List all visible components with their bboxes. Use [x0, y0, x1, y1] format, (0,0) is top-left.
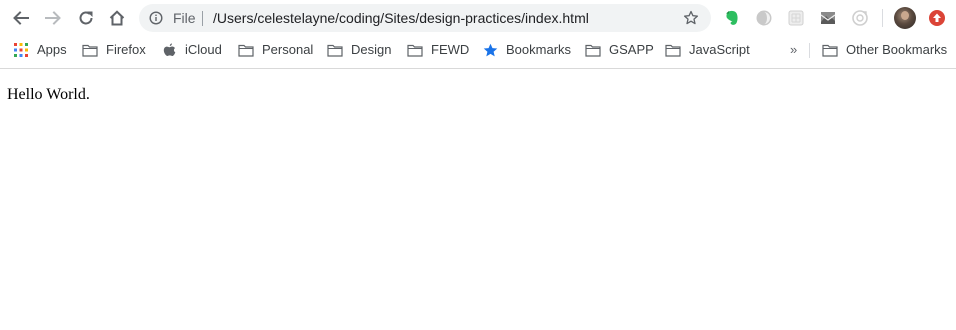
bookmarks-overflow-button[interactable]: » [790, 42, 797, 58]
toolbar-divider [882, 9, 883, 27]
arrow-right-icon [45, 11, 61, 25]
extension-icon [852, 10, 868, 26]
bookmark-fewd[interactable]: FEWD [407, 36, 469, 64]
bookmark-label: Personal [262, 42, 314, 57]
bookmark-design[interactable]: Design [327, 36, 391, 64]
bookmark-firefox[interactable]: Firefox [82, 36, 146, 64]
extension-icon [788, 10, 804, 26]
extension-icon [756, 10, 772, 26]
extension-button-4[interactable] [850, 8, 870, 28]
page-text: Hello World. [7, 86, 90, 103]
extension-button-3[interactable] [818, 8, 838, 28]
arrow-left-icon [13, 11, 29, 25]
bookmark-icloud[interactable]: iCloud [161, 36, 222, 64]
home-icon [109, 10, 125, 26]
reload-icon [79, 11, 93, 25]
bookmark-apps[interactable]: Apps [13, 36, 67, 64]
bookmark-star-icon[interactable] [683, 10, 699, 26]
extension-button-2[interactable] [786, 8, 806, 28]
bookmark-javascript[interactable]: JavaScript [665, 36, 750, 64]
folder-icon [407, 42, 423, 58]
browser-toolbar: File /Users/celestelayne/coding/Sites/de… [0, 0, 956, 36]
forward-button[interactable] [41, 6, 65, 30]
bookmark-label: Apps [37, 42, 67, 57]
bookmark-gsapp[interactable]: GSAPP [585, 36, 654, 64]
back-button[interactable] [9, 6, 33, 30]
evernote-icon [726, 10, 738, 25]
address-bar[interactable]: File /Users/celestelayne/coding/Sites/de… [139, 4, 711, 32]
bookmark-label: iCloud [185, 42, 222, 57]
info-icon[interactable] [149, 11, 163, 25]
extension-icon [820, 12, 836, 24]
apps-grid-icon [13, 42, 29, 58]
folder-icon [82, 42, 98, 58]
apple-icon [161, 42, 177, 58]
omnibox-separator [202, 11, 203, 26]
star-icon [482, 42, 498, 58]
bookmark-bookmarks[interactable]: Bookmarks [482, 36, 571, 64]
folder-icon [585, 42, 601, 58]
bookmark-other-bookmarks[interactable]: Other Bookmarks [822, 36, 947, 64]
bookmark-label: Bookmarks [506, 42, 572, 57]
bookmark-label: Firefox [106, 42, 146, 57]
extension-icon [929, 10, 945, 26]
bookmarks-divider [809, 43, 810, 58]
extension-button-1[interactable] [754, 8, 774, 28]
folder-icon [822, 42, 838, 58]
bookmark-label: FEWD [431, 42, 470, 57]
reload-button[interactable] [74, 6, 98, 30]
extension-button-5[interactable] [927, 8, 947, 28]
url-text[interactable]: /Users/celestelayne/coding/Sites/design-… [213, 10, 589, 26]
bookmark-personal[interactable]: Personal [238, 36, 313, 64]
page-content: Hello World. [0, 69, 956, 330]
folder-icon [665, 42, 681, 58]
bookmark-label: GSAPP [609, 42, 654, 57]
avatar[interactable] [894, 7, 916, 29]
bookmarks-bar: Apps Firefox iCloud Personal Design FEWD [0, 36, 956, 64]
evernote-extension-button[interactable] [722, 8, 742, 28]
bookmark-label: JavaScript [689, 42, 750, 57]
folder-icon [327, 42, 343, 58]
home-button[interactable] [105, 6, 129, 30]
folder-icon [238, 42, 254, 58]
bookmark-label: Design [351, 42, 392, 57]
url-scheme-label: File [173, 10, 196, 26]
bookmark-label: Other Bookmarks [846, 42, 948, 57]
